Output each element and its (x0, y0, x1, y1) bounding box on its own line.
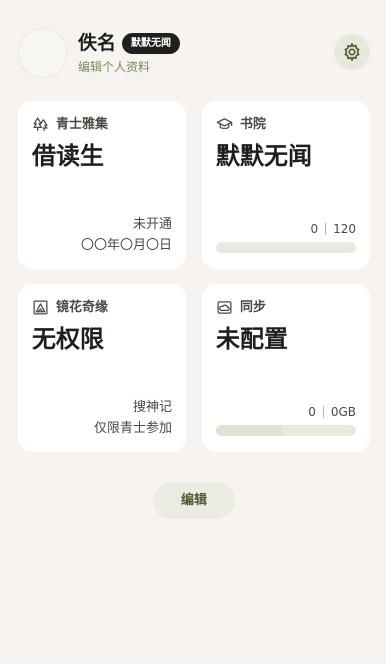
membership-label: 青士雅集 (56, 117, 109, 132)
sync-used: 0 (308, 405, 316, 419)
sync-card[interactable]: 同步 未配置 0 0GB (202, 284, 370, 452)
academy-progress-bar (216, 242, 356, 253)
settings-button[interactable] (334, 34, 370, 70)
profile-header: 佚名 默默无闻 编辑个人资料 (0, 0, 386, 90)
academy-quota: 0 120 (310, 222, 356, 236)
trees-icon (33, 117, 48, 131)
academy-progress-total: 120 (333, 222, 356, 236)
sync-progress-bar (216, 425, 356, 436)
edit-profile-link[interactable]: 编辑个人资料 (78, 59, 150, 75)
mirror-note-primary: 搜神记 (132, 400, 172, 415)
sync-quota: 0 0GB (308, 405, 356, 419)
divider (325, 223, 327, 235)
sync-title: 未配置 (216, 325, 288, 353)
sync-progress-fill (216, 425, 282, 436)
academy-card[interactable]: 书院 默默无闻 0 120 (202, 101, 370, 269)
membership-status: 未开通 (132, 217, 172, 232)
membership-title: 借读生 (32, 142, 104, 170)
mirror-label: 镜花奇缘 (56, 300, 109, 315)
cloud-box-icon (217, 301, 232, 314)
membership-card[interactable]: 青士雅集 借读生 未开通 〇〇年〇月〇日 (18, 101, 186, 269)
graduation-cap-icon (216, 118, 233, 130)
mirror-title: 无权限 (32, 325, 104, 353)
membership-date: 〇〇年〇月〇日 (80, 238, 172, 253)
sync-capacity: 0GB (330, 405, 356, 419)
academy-title: 默默无闻 (216, 142, 312, 170)
mirror-card[interactable]: 镜花奇缘 无权限 搜神记 仅限青士参加 (18, 284, 186, 452)
framed-mountain-icon (33, 300, 48, 315)
mirror-note-secondary: 仅限青士参加 (93, 421, 172, 436)
academy-label: 书院 (240, 117, 267, 132)
academy-progress-current: 0 (310, 222, 319, 236)
divider (322, 406, 324, 418)
rank-badge: 默默无闻 (122, 33, 180, 54)
sync-label: 同步 (240, 300, 267, 315)
gear-icon (344, 42, 360, 62)
avatar[interactable] (18, 28, 68, 78)
edit-button[interactable]: 编辑 (153, 482, 235, 519)
profile-name: 佚名 (78, 32, 117, 54)
